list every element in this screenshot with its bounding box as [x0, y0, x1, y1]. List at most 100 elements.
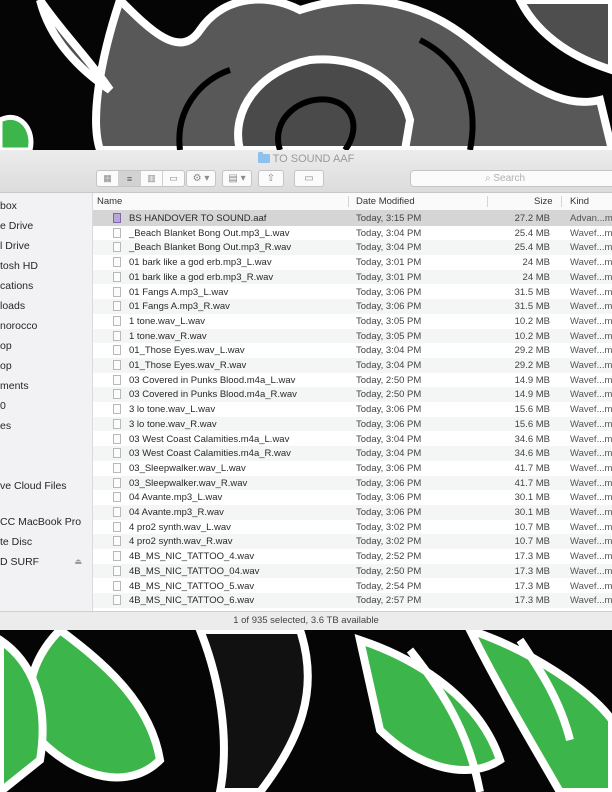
file-row[interactable]: _Beach Blanket Bong Out.mp3_L.wav Today, …: [93, 226, 612, 241]
sidebar-item[interactable]: ve Cloud Files: [0, 480, 67, 492]
file-row[interactable]: 4 pro2 synth.wav_R.wav Today, 3:02 PM 10.7…: [93, 534, 612, 550]
title-bar: TO SOUND AAF ▦ ≡ ▥ ▭ ⚙ ▾ ▤ ▾ ⇧ ▭ ⌕ Searc…: [0, 150, 612, 193]
column-header-size[interactable]: Size: [534, 196, 552, 207]
file-size: 34.6 MB: [514, 448, 550, 460]
file-row[interactable]: 3 lo tone.wav_R.wav Today, 3:06 PM 15.6 MB…: [93, 416, 612, 432]
file-row[interactable]: 01 bark like a god erb.mp3_R.wav Today, 3…: [93, 269, 612, 285]
file-name: 01 bark like a god erb.mp3_R.wav: [129, 271, 274, 283]
file-kind: Wavef...m: [570, 418, 612, 430]
sidebar-item[interactable]: cations: [0, 280, 33, 292]
file-row[interactable]: 4 pro2 synth.wav_L.wav Today, 3:02 PM 10.7…: [93, 520, 612, 535]
audio-file-icon: [113, 521, 121, 532]
file-name: 4 pro2 synth.wav_R.wav: [129, 536, 233, 548]
file-name: 4B_MS_NIC_TATTOO_04.wav: [129, 565, 260, 577]
column-header-name[interactable]: Name: [97, 196, 122, 207]
arrange-button[interactable]: ▤ ▾: [222, 170, 252, 187]
sidebar-item[interactable]: D SURF: [0, 556, 39, 568]
sidebar-item[interactable]: l Drive: [0, 240, 30, 252]
view-mode-selector[interactable]: ▦ ≡ ▥ ▭: [96, 170, 185, 187]
file-row[interactable]: 01_Those Eyes.wav_R.wav Today, 3:04 PM 29.…: [93, 358, 612, 373]
sidebar-item[interactable]: op: [0, 340, 12, 352]
audio-file-icon: [113, 389, 121, 400]
file-name: 4B_MS_NIC_TATTOO_5.wav: [129, 580, 255, 592]
sidebar-item[interactable]: op: [0, 360, 12, 372]
file-row[interactable]: 03 Covered in Punks Blood.m4a_L.wav Today…: [93, 373, 612, 388]
file-size: 25.4 MB: [514, 227, 550, 239]
icon-view-icon[interactable]: ▦: [97, 171, 119, 186]
sidebar-item[interactable]: es: [0, 420, 11, 432]
file-row[interactable]: 01 bark like a god erb.mp3_L.wav Today, 3…: [93, 255, 612, 270]
file-name: 01 bark like a god erb.mp3_L.wav: [129, 257, 272, 269]
file-row[interactable]: 1 tone.wav_L.wav Today, 3:05 PM 10.2 MB Wav…: [93, 314, 612, 329]
file-row[interactable]: 01_Those Eyes.wav_L.wav Today, 3:04 PM 29.…: [93, 343, 612, 358]
file-name: 3 lo tone.wav_R.wav: [129, 418, 217, 430]
sidebar-item[interactable]: e Drive: [0, 220, 33, 232]
file-kind: Wavef...m: [570, 257, 612, 269]
sidebar-item[interactable]: CC MacBook Pro: [0, 516, 81, 528]
file-size: 10.7 MB: [514, 536, 550, 548]
edit-tags-button[interactable]: ▭: [294, 170, 324, 187]
file-row[interactable]: 1 tone.wav_R.wav Today, 3:05 PM 10.2 MB Wav…: [93, 328, 612, 344]
cover-flow-icon[interactable]: ▭: [163, 171, 184, 186]
file-size: 17.3 MB: [514, 565, 550, 577]
sidebar-item[interactable]: norocco: [0, 320, 37, 332]
sidebar-item[interactable]: ments: [0, 380, 29, 392]
file-kind: Wavef...m: [570, 462, 612, 474]
column-header-date[interactable]: Date Modified: [356, 196, 415, 207]
file-row[interactable]: 04 Avante.mp3_L.wav Today, 3:06 PM 30.1 MB…: [93, 490, 612, 505]
share-button[interactable]: ⇧: [258, 170, 284, 187]
file-row[interactable]: 03_Sleepwalker.wav_L.wav Today, 3:06 PM 41…: [93, 461, 612, 476]
file-name: 04 Avante.mp3_L.wav: [129, 492, 223, 504]
file-kind: Wavef...m: [570, 271, 612, 283]
file-row[interactable]: 04 Avante.mp3_R.wav Today, 3:06 PM 30.1 MB…: [93, 505, 612, 520]
file-row[interactable]: 4B_MS_NIC_TATTOO_04.wav Today, 2:50 PM 17.…: [93, 563, 612, 579]
file-row[interactable]: 03 West Coast Calamities.m4a_L.wav Today,…: [93, 432, 612, 447]
audio-file-icon: [113, 492, 121, 503]
file-row[interactable]: 01 Fangs A.mp3_L.wav Today, 3:06 PM 31.5 M…: [93, 285, 612, 300]
file-row[interactable]: 03 Covered in Punks Blood.m4a_R.wav Today…: [93, 387, 612, 403]
file-date: Today, 3:05 PM: [356, 315, 422, 327]
action-gear-button[interactable]: ⚙ ▾: [186, 170, 216, 187]
audio-file-icon: [113, 462, 121, 473]
file-name: 03 West Coast Calamities.m4a_R.wav: [129, 448, 291, 460]
audio-file-icon: [113, 580, 121, 591]
file-kind: Wavef...m: [570, 595, 612, 607]
file-row[interactable]: 4B_MS_NIC_TATTOO_5.wav Today, 2:54 PM 17.3…: [93, 579, 612, 594]
file-size: 25.4 MB: [514, 242, 550, 254]
file-name: 01 Fangs A.mp3_R.wav: [129, 301, 230, 313]
file-size: 29.2 MB: [514, 360, 550, 371]
file-row[interactable]: _Beach Blanket Bong Out.mp3_R.wav Today, …: [93, 240, 612, 256]
list-view-icon[interactable]: ≡: [119, 171, 141, 186]
search-field[interactable]: ⌕ Search: [410, 170, 612, 187]
file-date: Today, 3:02 PM: [356, 521, 422, 533]
file-row[interactable]: 03 West Coast Calamities.m4a_R.wav Today,…: [93, 446, 612, 461]
column-header-kind[interactable]: Kind: [570, 196, 589, 207]
file-date: Today, 3:01 PM: [356, 271, 422, 283]
file-row[interactable]: 3 lo tone.wav_L.wav Today, 3:06 PM 15.6 MB…: [93, 402, 612, 417]
sidebar-item[interactable]: loads: [0, 300, 25, 312]
sidebar-item[interactable]: 0: [0, 400, 6, 412]
file-date: Today, 3:06 PM: [356, 404, 422, 416]
file-row[interactable]: 4B_MS_NIC_TATTOO_6.wav Today, 2:57 PM 17.3…: [93, 593, 612, 608]
file-size: 10.2 MB: [514, 330, 550, 342]
eject-icon[interactable]: ⏏: [74, 557, 82, 566]
file-row[interactable]: 01 Fangs A.mp3_R.wav Today, 3:06 PM 31.5 M…: [93, 299, 612, 314]
file-size: 31.5 MB: [514, 301, 550, 313]
file-row[interactable]: 4B_MS_NIC_TATTOO_4.wav Today, 2:52 PM 17.3…: [93, 549, 612, 564]
file-row[interactable]: BS HANDOVER TO SOUND.aaf Today, 3:15 PM 27…: [93, 211, 612, 226]
file-size: 24 MB: [522, 257, 550, 269]
file-row[interactable]: 03_Sleepwalker.wav_R.wav Today, 3:06 PM 41…: [93, 475, 612, 491]
file-size: 17.3 MB: [514, 551, 550, 563]
arrange-icon: ▤ ▾: [228, 173, 246, 184]
gear-icon: ⚙ ▾: [192, 173, 210, 184]
sidebar-item[interactable]: tosh HD: [0, 260, 38, 272]
sidebar-item[interactable]: te Disc: [0, 536, 32, 548]
file-date: Today, 2:50 PM: [356, 565, 422, 577]
file-name: 03_Sleepwalker.wav_L.wav: [129, 462, 246, 474]
column-view-icon[interactable]: ▥: [141, 171, 163, 186]
file-date: Today, 3:06 PM: [356, 507, 422, 518]
file-name: _Beach Blanket Bong Out.mp3_R.wav: [129, 242, 292, 254]
sidebar-item[interactable]: box: [0, 200, 17, 212]
finder-window: TO SOUND AAF ▦ ≡ ▥ ▭ ⚙ ▾ ▤ ▾ ⇧ ▭ ⌕ Searc…: [0, 150, 612, 630]
file-kind: Wavef...m: [570, 227, 612, 239]
